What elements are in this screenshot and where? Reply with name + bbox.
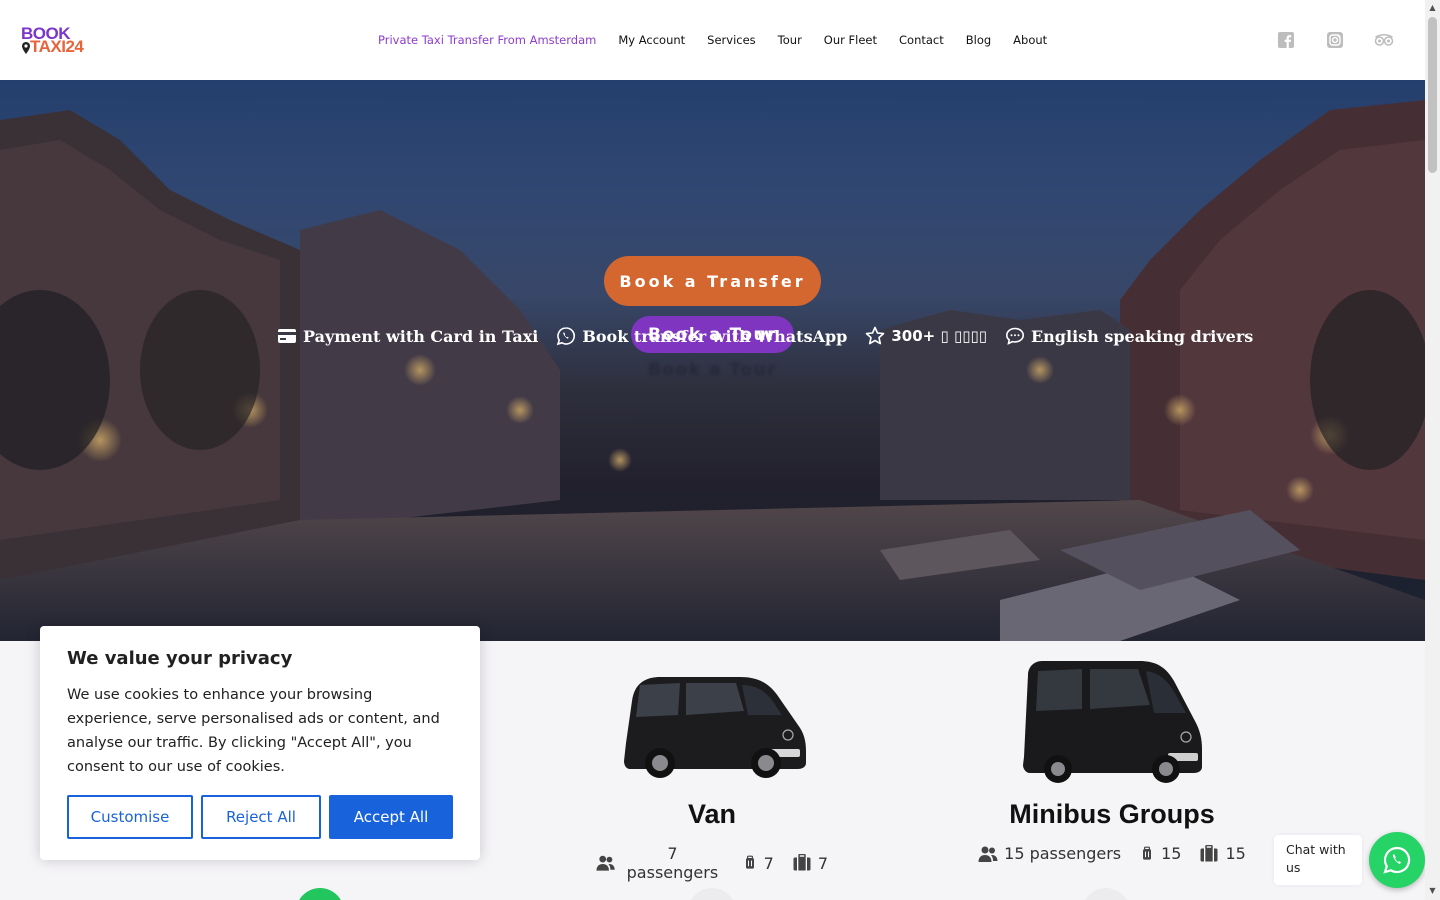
suitcase-icon (1143, 846, 1152, 860)
hero-features: Payment with Card in Taxi Book transfer … (277, 326, 1253, 346)
scroll-thumb[interactable] (1428, 17, 1437, 173)
nav-my-account[interactable]: My Account (607, 31, 696, 49)
vehicle-card-minibus[interactable]: Minibus Groups 15 passengers 15 15 (976, 799, 1248, 863)
nav-private-taxi-transfer[interactable]: Private Taxi Transfer From Amsterdam (367, 31, 607, 49)
vehicle-select-indicator[interactable] (688, 888, 736, 900)
scroll-down-arrow-icon[interactable]: ▼ (1428, 886, 1437, 895)
reject-all-button[interactable]: Reject All (201, 795, 321, 839)
passengers-text: 7 passengers (626, 844, 719, 882)
nav-our-fleet[interactable]: Our Fleet (813, 31, 888, 49)
spec-suitcases: 15 (1139, 844, 1181, 863)
book-transfer-button[interactable]: Book a Transfer (604, 256, 821, 306)
luggage-icon (1200, 844, 1218, 861)
cookie-buttons: Customise Reject All Accept All (67, 795, 453, 839)
chat-with-us-label[interactable]: Chat with us (1274, 835, 1362, 885)
star-icon (866, 326, 885, 345)
spec-bags: 15 (1199, 844, 1246, 863)
feature-text: Payment with Card in Taxi (303, 326, 539, 346)
vehicle-select-indicator[interactable] (1082, 888, 1130, 900)
page-scrollbar[interactable]: ▲ ▼ (1425, 0, 1440, 900)
nav-about[interactable]: About (1002, 31, 1058, 49)
tripadvisor-icon[interactable] (1374, 31, 1394, 49)
users-icon (978, 846, 998, 862)
feature-text: Book transfer with WhatsApp (582, 326, 848, 346)
spec-bags: 7 (792, 854, 828, 873)
site-header: BOOK TAXI24 Private Taxi Transfer From A… (0, 0, 1425, 80)
users-icon (596, 855, 615, 871)
suitcase-icon (745, 855, 754, 869)
feature-reviews: 300+ ▯ ▯▯▯▯ (865, 326, 987, 346)
spec-passengers: 7 passengers (596, 844, 724, 882)
vehicle-name: Minibus Groups (1009, 799, 1215, 829)
whatsapp-chat-button[interactable] (1369, 832, 1425, 888)
accept-all-button[interactable]: Accept All (329, 795, 453, 839)
whatsapp-icon (1383, 846, 1411, 874)
chat-bubble-icon (1005, 327, 1024, 345)
facebook-icon[interactable] (1277, 31, 1295, 49)
minibus-image (1023, 661, 1202, 783)
nav-contact[interactable]: Contact (888, 31, 955, 49)
book-tour-shadow-text: Book a Tour (648, 360, 777, 380)
vehicle-specs: 7 passengers 7 7 (596, 844, 828, 882)
cookie-consent-banner: We value your privacy We use cookies to … (40, 626, 480, 860)
instagram-icon[interactable] (1326, 31, 1344, 49)
vehicle-card-van[interactable]: Van 7 passengers 7 7 (596, 799, 828, 882)
bags-text: 15 (1225, 844, 1246, 863)
spec-suitcases: 7 (742, 854, 774, 873)
cookie-title: We value your privacy (67, 648, 293, 669)
nav-services[interactable]: Services (696, 31, 767, 49)
logo-line-2: TAXI24 (30, 37, 84, 56)
nav-blog[interactable]: Blog (955, 31, 1002, 49)
credit-card-icon (278, 329, 296, 343)
vehicle-specs: 15 passengers 15 15 (976, 844, 1248, 863)
whatsapp-icon (557, 327, 576, 346)
cookie-text: We use cookies to enhance your browsing … (67, 687, 440, 775)
nav-tour[interactable]: Tour (767, 31, 813, 49)
map-pin-icon (22, 42, 30, 54)
main-nav: Private Taxi Transfer From Amsterdam My … (367, 31, 1058, 49)
suitcases-text: 7 (763, 853, 774, 873)
feature-text: 300+ ▯ ▯▯▯▯ (891, 327, 987, 345)
van-image (624, 677, 806, 778)
hero-banner: Book a Transfer Book a Tour Book a Tour … (0, 80, 1425, 641)
vehicle-name: Van (687, 799, 737, 829)
vehicle-select-indicator[interactable] (296, 888, 344, 900)
customise-button[interactable]: Customise (67, 795, 193, 839)
feature-card-payment: Payment with Card in Taxi (277, 326, 538, 346)
feature-whatsapp-booking: Book transfer with WhatsApp (556, 326, 847, 346)
suitcases-text: 15 (1161, 844, 1182, 863)
feature-english-drivers: English speaking drivers (1005, 326, 1253, 346)
booktaxi24-logo[interactable]: BOOK TAXI24 (20, 24, 102, 58)
luggage-icon (793, 854, 811, 871)
feature-text: English speaking drivers (1030, 326, 1254, 346)
scroll-up-arrow-icon[interactable]: ▲ (1428, 3, 1437, 12)
spec-passengers: 15 passengers (978, 844, 1121, 863)
bags-text: 7 (817, 853, 828, 873)
passengers-text: 15 passengers (1004, 844, 1122, 863)
